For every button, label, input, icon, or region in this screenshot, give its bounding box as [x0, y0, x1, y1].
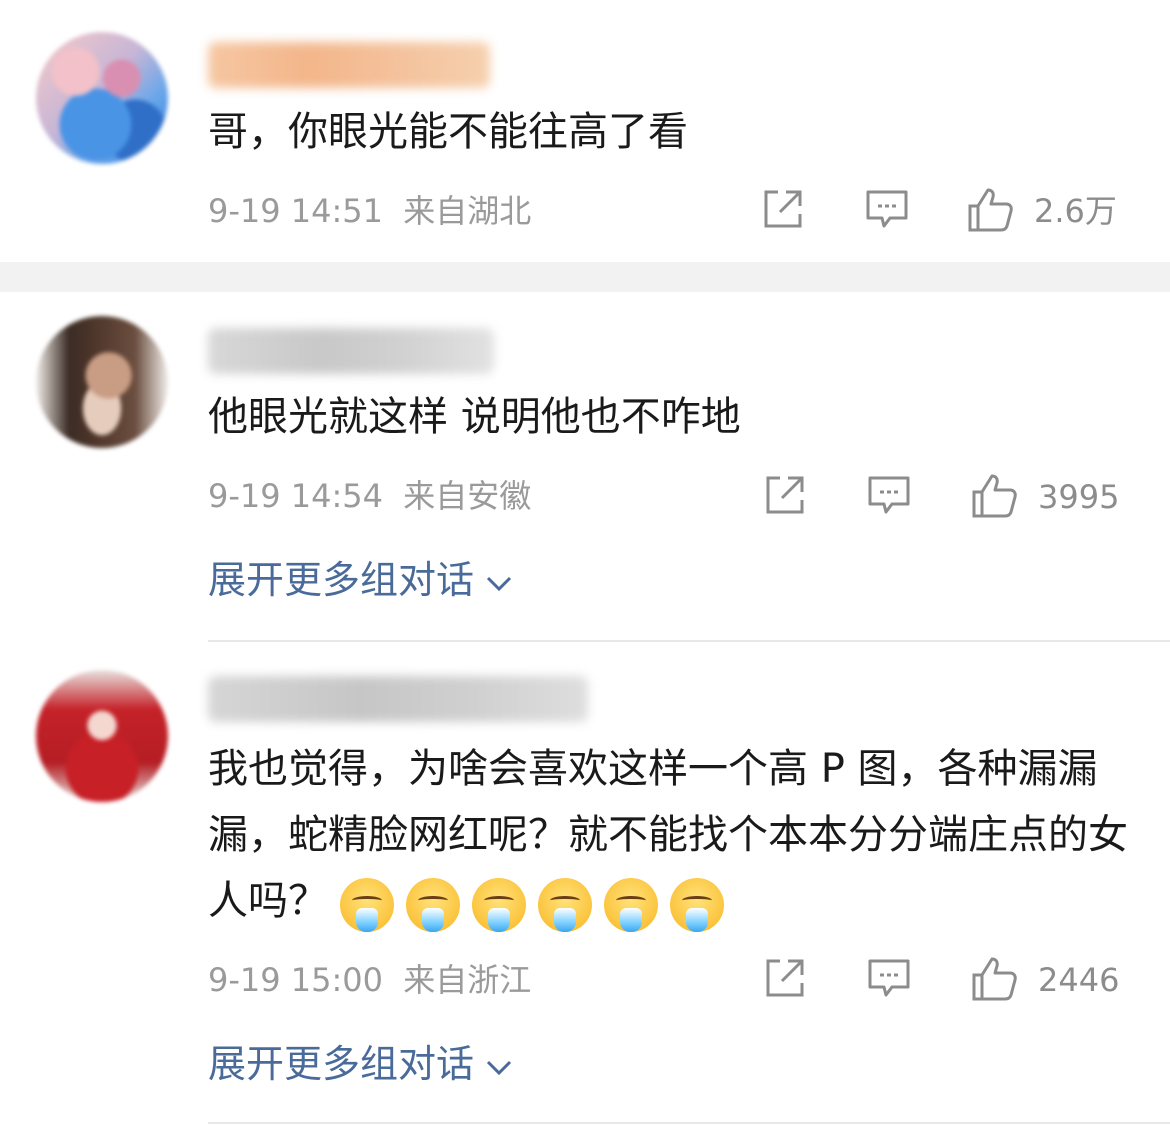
share-square-icon[interactable] [762, 472, 808, 522]
comment-text: 他眼光就这样 说明他也不咋地 [208, 394, 741, 440]
vomit-face-emoji [472, 878, 526, 932]
thumbs-up-icon[interactable] [970, 472, 1018, 524]
comment-divider [208, 640, 1170, 642]
comment-divider [208, 1122, 1170, 1124]
vomit-face-emoji [604, 878, 658, 932]
comment-text: 我也觉得，为啥会喜欢这样一个高 P 图，各种漏漏漏，蛇精脸网红呢？就不能找个本本… [208, 736, 1138, 936]
comment-bubble-icon[interactable] [866, 472, 912, 522]
expand-replies-link[interactable]: 展开更多组对话 [208, 556, 514, 604]
chevron-down-icon [486, 1060, 512, 1075]
comment-actions: 3995 [0, 472, 1170, 522]
comment-bubble-icon[interactable] [866, 955, 912, 1005]
emoji-group [328, 870, 724, 936]
username-blurred[interactable] [208, 676, 588, 722]
thumbs-up-icon[interactable] [970, 955, 1018, 1007]
like-count: 2.6万 [1034, 192, 1117, 230]
username-blurred[interactable] [208, 328, 494, 374]
expand-replies-link[interactable]: 展开更多组对话 [208, 1040, 514, 1088]
avatar[interactable] [36, 32, 168, 164]
comment-actions: 2446 [0, 955, 1170, 1005]
like-count: 3995 [1038, 478, 1120, 516]
comment-actions: 2.6万 [0, 186, 1170, 236]
thumbs-up-icon[interactable] [966, 186, 1014, 238]
comment-thread: 哥，你眼光能不能往高了看 9-19 14:51 来自湖北 2.6万 他眼光就这样… [0, 0, 1170, 1133]
vomit-face-emoji [406, 878, 460, 932]
chevron-down-icon [486, 576, 512, 591]
comment-bubble-icon[interactable] [864, 186, 910, 236]
vomit-face-emoji [538, 878, 592, 932]
vomit-face-emoji [340, 878, 394, 932]
vomit-face-emoji [670, 878, 724, 932]
section-divider [0, 262, 1170, 292]
username-blurred[interactable] [208, 42, 490, 88]
share-square-icon[interactable] [760, 186, 806, 236]
share-square-icon[interactable] [762, 955, 808, 1005]
expand-label: 展开更多组对话 [208, 1042, 475, 1086]
comment-text: 哥，你眼光能不能往高了看 [208, 109, 688, 155]
expand-label: 展开更多组对话 [208, 558, 475, 602]
avatar[interactable] [36, 316, 168, 448]
avatar[interactable] [36, 670, 168, 802]
like-count: 2446 [1038, 961, 1120, 999]
